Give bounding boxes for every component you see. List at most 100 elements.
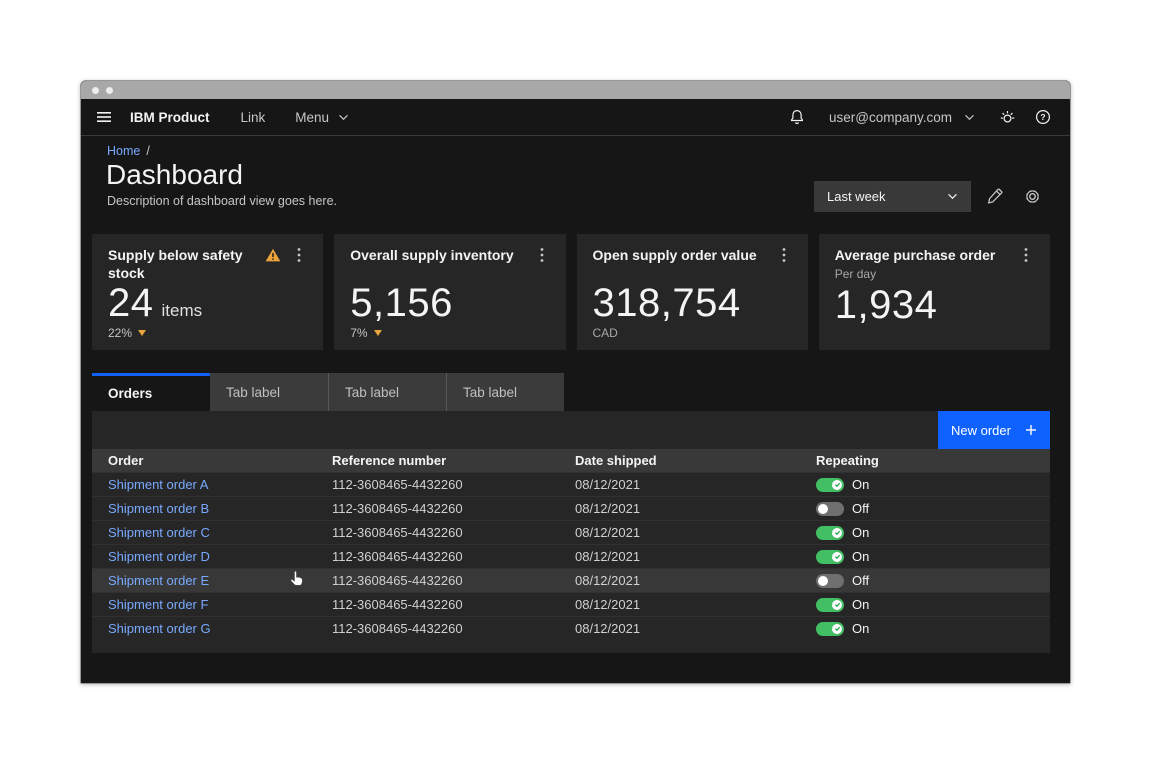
repeating-toggle[interactable] [816,574,844,588]
settings-gear-icon[interactable] [1017,182,1047,212]
checkmark-icon [834,529,841,536]
light-idea-icon[interactable] [994,104,1020,130]
orders-table: New order Order Reference number Date sh… [92,411,1050,653]
nav-link[interactable]: Link [241,110,266,125]
table-row[interactable]: Shipment order G 112-3608465-4432260 08/… [92,616,1050,640]
toggle-state-label: On [852,549,869,564]
table-row[interactable]: Shipment order F 112-3608465-4432260 08/… [92,592,1050,616]
repeating-toggle[interactable] [816,502,844,516]
column-header-repeating: Repeating [816,453,1050,468]
order-link[interactable]: Shipment order B [108,501,209,516]
column-header-date: Date shipped [575,453,816,468]
add-icon [1025,424,1037,436]
order-link[interactable]: Shipment order C [108,525,210,540]
repeating-toggle[interactable] [816,598,844,612]
notifications-bell-icon[interactable] [784,104,810,130]
tab-label-3[interactable]: Tab label [328,373,446,411]
window-control-dot-1[interactable] [92,87,99,94]
checkmark-icon [834,553,841,560]
date-shipped: 08/12/2021 [575,597,816,612]
help-icon[interactable]: ? [1030,104,1056,130]
table-row[interactable]: Shipment order C 112-3608465-4432260 08/… [92,520,1050,544]
date-shipped: 08/12/2021 [575,573,816,588]
dashboard-controls: Last week [814,181,1047,212]
repeating-toggle[interactable] [816,622,844,636]
card-overall-supply-inventory: Overall supply inventory 5,156 7% [334,234,565,350]
card-unit: CAD [593,326,618,340]
chevron-down-icon [338,114,349,121]
nav-menu-label: Menu [295,110,329,125]
edit-pencil-icon[interactable] [979,182,1009,212]
column-header-reference: Reference number [332,453,575,468]
card-subtitle: Per day [835,267,1010,281]
nav-menu-dropdown[interactable]: Menu [295,110,349,125]
hamburger-menu-icon[interactable] [91,104,117,130]
order-link[interactable]: Shipment order G [108,621,211,636]
table-row-hovered[interactable]: Shipment order E 112-3608465-4432260 08/… [92,568,1050,592]
toggle-state-label: On [852,477,869,492]
repeating-toggle[interactable] [816,478,844,492]
breadcrumb-home-link[interactable]: Home [107,144,140,158]
delta-down-icon [374,330,382,336]
date-shipped: 08/12/2021 [575,501,816,516]
order-link[interactable]: Shipment order D [108,549,210,564]
new-order-button[interactable]: New order [938,411,1050,449]
card-title: Average purchase order [835,247,996,263]
date-shipped: 08/12/2021 [575,621,816,636]
breadcrumb-separator: / [146,144,149,158]
checkmark-icon [834,625,841,632]
chevron-down-icon [947,193,958,200]
card-delta: 22% [108,326,132,340]
overflow-menu-icon[interactable] [1018,246,1034,264]
orders-tabs: Orders Tab label Tab label Tab label [92,373,564,411]
tab-label-4[interactable]: Tab label [446,373,564,411]
card-open-supply-order-value: Open supply order value 318,754 CAD [577,234,808,350]
tab-label-2[interactable]: Tab label [210,373,328,411]
table-row[interactable]: Shipment order B 112-3608465-4432260 08/… [92,496,1050,520]
metric-cards: Supply below safety stock 24 items 22% [92,234,1050,350]
page-description: Description of dashboard view goes here. [107,194,337,208]
window-control-dot-2[interactable] [106,87,113,94]
reference-number: 112-3608465-4432260 [332,597,575,612]
card-title: Overall supply inventory [350,246,525,264]
table-header-row: Order Reference number Date shipped Repe… [92,449,1050,472]
page-title: Dashboard [106,159,243,191]
order-link[interactable]: Shipment order E [108,573,209,588]
table-row[interactable]: Shipment order D 112-3608465-4432260 08/… [92,544,1050,568]
card-value: 5,156 [350,282,453,324]
card-delta: 7% [350,326,367,340]
order-link[interactable]: Shipment order F [108,597,208,612]
window-titlebar [81,81,1070,99]
tab-orders[interactable]: Orders [92,373,210,411]
user-account-dropdown[interactable]: user@company.com [829,110,975,125]
screenshot-canvas: IBM Product Link Menu user@company.com [0,0,1152,767]
time-filter-value: Last week [827,189,886,204]
user-email: user@company.com [829,110,952,125]
chevron-down-icon [964,114,975,121]
app-header: IBM Product Link Menu user@company.com [81,99,1070,136]
reference-number: 112-3608465-4432260 [332,501,575,516]
brand-title: IBM Product [130,110,210,125]
card-average-purchase-order: Average purchase order Per day 1,934 [819,234,1050,350]
reference-number: 112-3608465-4432260 [332,621,575,636]
toggle-state-label: On [852,525,869,540]
warning-icon [265,248,281,262]
checkmark-icon [834,601,841,608]
repeating-toggle[interactable] [816,550,844,564]
date-shipped: 08/12/2021 [575,525,816,540]
overflow-menu-icon[interactable] [776,246,792,264]
svg-text:?: ? [1040,112,1045,122]
card-value: 24 [108,282,154,324]
overflow-menu-icon[interactable] [534,246,550,264]
toggle-state-label: On [852,621,869,636]
order-link[interactable]: Shipment order A [108,477,208,492]
app-window: IBM Product Link Menu user@company.com [80,80,1071,684]
time-filter-dropdown[interactable]: Last week [814,181,971,212]
overflow-menu-icon[interactable] [291,246,307,264]
delta-down-icon [138,330,146,336]
new-order-label: New order [951,423,1011,438]
card-supply-below-safety-stock: Supply below safety stock 24 items 22% [92,234,323,350]
table-row[interactable]: Shipment order A 112-3608465-4432260 08/… [92,472,1050,496]
repeating-toggle[interactable] [816,526,844,540]
toggle-state-label: Off [852,501,869,516]
